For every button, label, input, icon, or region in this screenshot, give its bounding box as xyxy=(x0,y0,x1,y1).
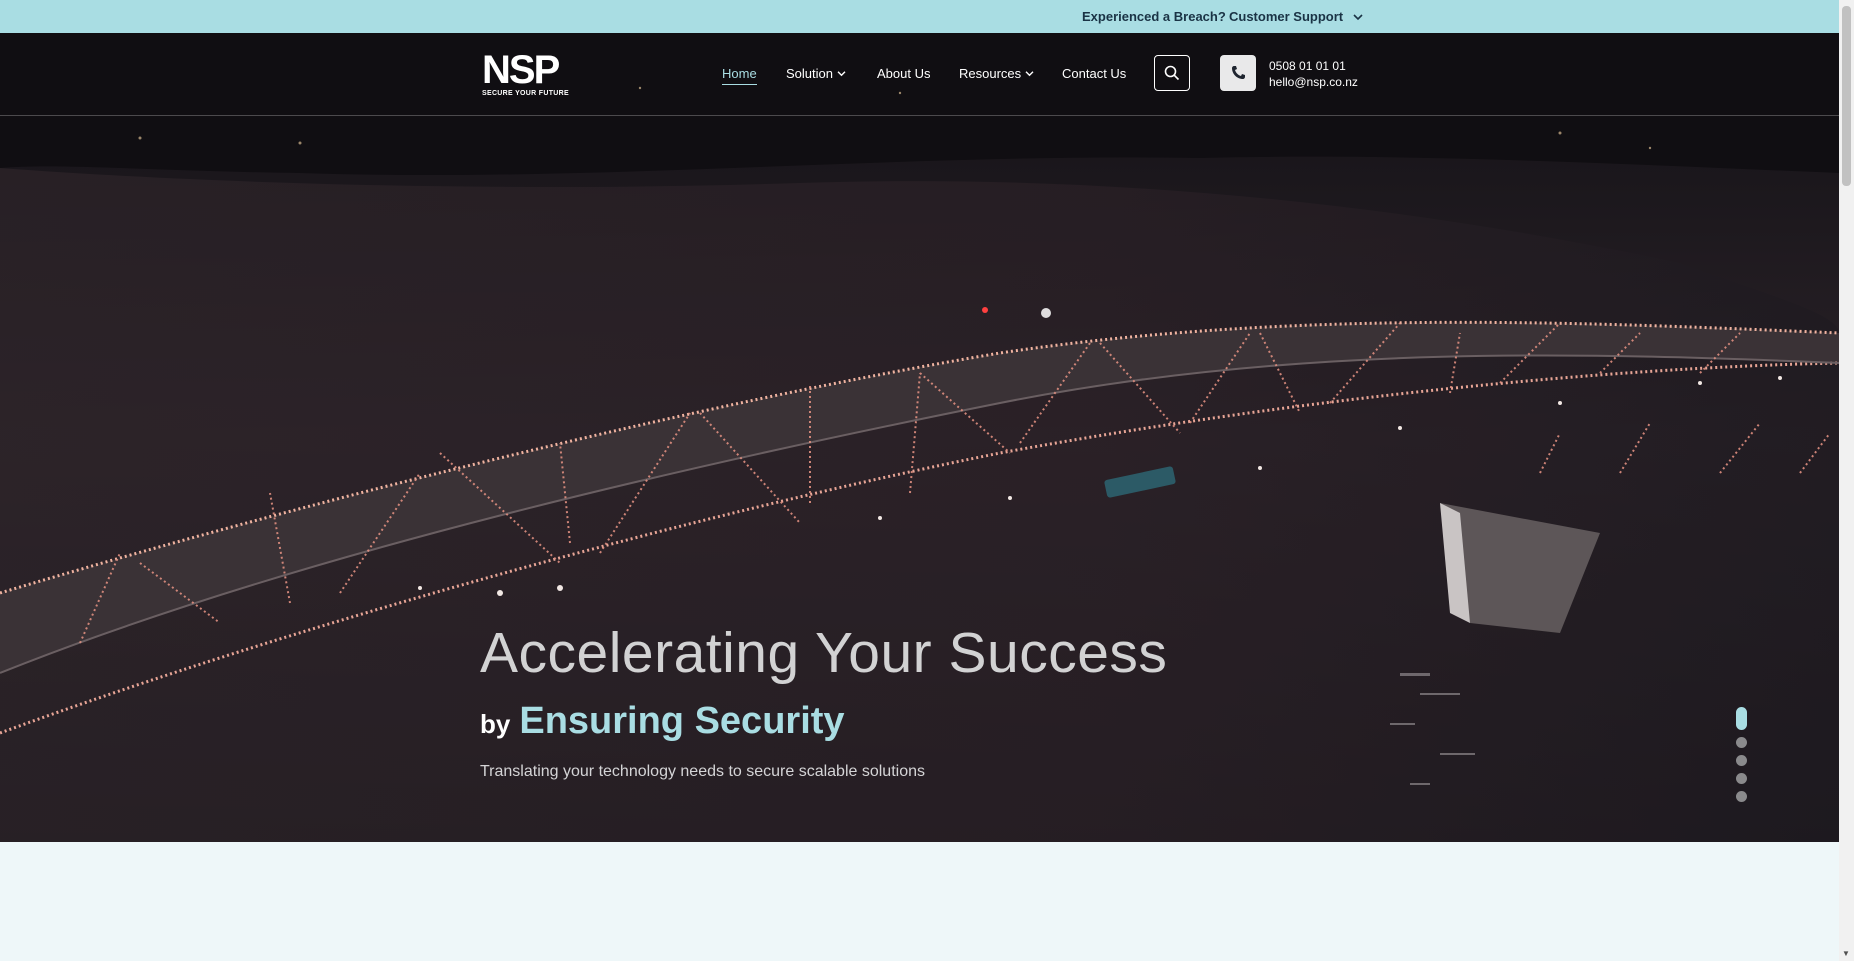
slide-dot-4[interactable] xyxy=(1736,773,1747,784)
phone-number[interactable]: 0508 01 01 01 xyxy=(1269,58,1358,74)
slide-indicator xyxy=(1736,707,1747,802)
top-bar: Experienced a Breach? Customer Support xyxy=(0,0,1839,33)
site-header: NSP SECURE YOUR FUTURE Home Solution Abo… xyxy=(0,33,1839,116)
email-address[interactable]: hello@nsp.co.nz xyxy=(1269,74,1358,90)
nav-about-us-label: About Us xyxy=(877,66,931,81)
nav-solution-label: Solution xyxy=(786,66,833,81)
slide-dot-1[interactable] xyxy=(1736,707,1747,730)
slide-dot-2[interactable] xyxy=(1736,737,1747,748)
phone-badge[interactable] xyxy=(1220,55,1256,91)
nav-contact-us-label: Contact Us xyxy=(1062,66,1127,81)
hero-subtitle-accent: Ensuring Security xyxy=(519,700,845,742)
nsp-logo[interactable]: NSP SECURE YOUR FUTURE xyxy=(482,48,569,97)
active-underline xyxy=(722,84,757,85)
hero-subtitle-by: by xyxy=(480,709,511,739)
logo-tagline: SECURE YOUR FUTURE xyxy=(482,90,569,97)
chevron-down-icon xyxy=(1025,71,1034,77)
hero-title: Accelerating Your Success xyxy=(480,621,1168,685)
nav-resources[interactable]: Resources xyxy=(959,66,1034,81)
scroll-down-arrow-icon[interactable]: ▼ xyxy=(1842,949,1850,958)
slide-dot-5[interactable] xyxy=(1736,791,1747,802)
nav-resources-label: Resources xyxy=(959,66,1022,81)
search-button[interactable] xyxy=(1154,55,1190,91)
nav-about-us[interactable]: About Us xyxy=(877,66,930,81)
logo-wordmark: NSP xyxy=(482,48,560,92)
nav-home[interactable]: Home xyxy=(722,66,757,85)
search-icon xyxy=(1164,65,1180,81)
hero-background xyxy=(0,33,1839,842)
nav-solution[interactable]: Solution xyxy=(786,66,846,81)
contact-info: 0508 01 01 01 hello@nsp.co.nz xyxy=(1269,58,1358,90)
customer-support-dropdown[interactable]: Customer Support xyxy=(1229,9,1363,24)
hero-subtitle: by Ensuring Security xyxy=(480,700,845,743)
scrollbar-thumb[interactable] xyxy=(1842,6,1851,186)
nav-contact-us[interactable]: Contact Us xyxy=(1062,66,1126,81)
slide-dot-3[interactable] xyxy=(1736,755,1747,766)
bridge-night-image xyxy=(0,33,1839,842)
hero-tagline: Translating your technology needs to sec… xyxy=(480,763,925,780)
page-scrollbar[interactable]: ▼ xyxy=(1839,0,1854,961)
customer-support-label: Customer Support xyxy=(1229,9,1344,24)
chevron-down-icon xyxy=(837,71,846,77)
chevron-down-icon xyxy=(1353,13,1363,20)
experienced-breach-link[interactable]: Experienced a Breach? xyxy=(1082,9,1226,24)
phone-icon xyxy=(1232,66,1245,79)
nav-home-label: Home xyxy=(722,66,757,81)
